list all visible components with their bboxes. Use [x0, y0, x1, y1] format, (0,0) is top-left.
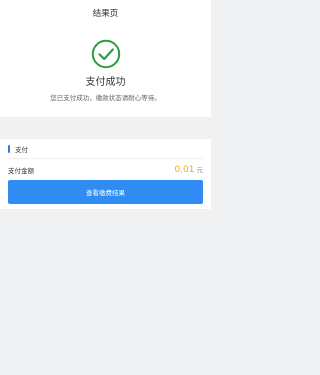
result-page: 结果页 支付成功 您已支付成功，缴款状态请耐心等待。 支付 支付金额 0.01 …	[0, 0, 211, 375]
result-card: 支付成功 您已支付成功，缴款状态请耐心等待。	[0, 25, 211, 117]
nav-bar: 结果页	[0, 0, 211, 25]
section-gap	[0, 117, 211, 139]
section-accent-bar	[8, 144, 10, 153]
result-description: 您已支付成功，缴款状态请耐心等待。	[50, 94, 161, 102]
action-area: 查看缴费结果	[0, 180, 211, 206]
page-title: 结果页	[92, 8, 119, 19]
amount-value: 0.01	[174, 165, 195, 175]
result-title: 支付成功	[85, 77, 126, 88]
amount-row: 支付金额 0.01 元	[8, 159, 203, 180]
payment-info-card: 支付 支付金额 0.01 元	[0, 139, 211, 180]
section-label: 支付	[15, 145, 28, 154]
check-circle-icon	[91, 39, 120, 69]
amount: 0.01 元	[174, 164, 203, 175]
payment-section-header: 支付	[8, 139, 203, 159]
amount-label: 支付金额	[8, 166, 34, 175]
action-area-bottom	[0, 206, 211, 209]
view-payment-result-button[interactable]: 查看缴费结果	[8, 180, 203, 204]
amount-unit: 元	[196, 166, 204, 174]
